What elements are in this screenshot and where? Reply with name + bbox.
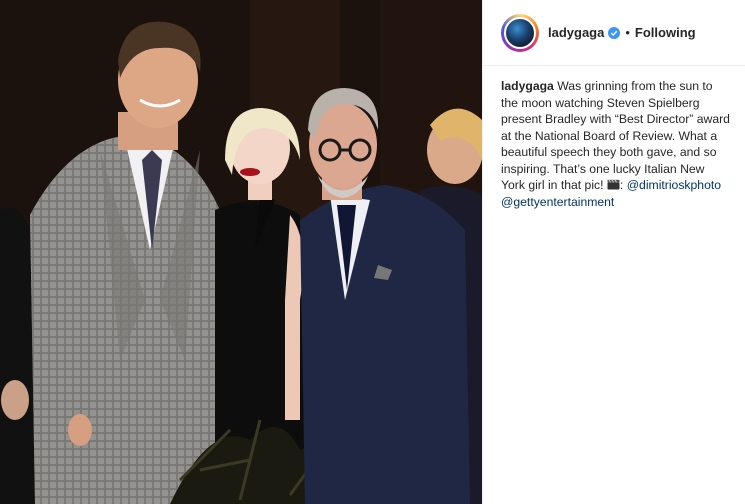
post-photo[interactable]: [0, 0, 482, 504]
avatar[interactable]: [501, 13, 539, 52]
credit-colon: :: [619, 178, 624, 192]
post-photo-illustration: [0, 0, 482, 504]
username-link[interactable]: ladygaga: [548, 25, 604, 40]
following-button[interactable]: Following: [635, 25, 696, 40]
post-sidebar: ladygaga • Following ladygaga Was grinni…: [482, 0, 745, 504]
mention-gettyentertainment-link[interactable]: @gettyentertainment: [501, 195, 614, 209]
separator-dot: •: [625, 25, 630, 40]
avatar-image: [504, 16, 536, 49]
caption-text: Was grinning from the sun to the moon wa…: [501, 79, 730, 192]
post-caption: ladygaga Was grinning from the sun to th…: [483, 66, 745, 210]
post-header: ladygaga • Following: [483, 0, 745, 66]
instagram-post: ladygaga • Following ladygaga Was grinni…: [0, 0, 745, 504]
mention-dimitrioskphoto-link[interactable]: @dimitrioskphoto: [627, 178, 721, 192]
caption-username-link[interactable]: ladygaga: [501, 79, 554, 93]
clapperboard-icon: [607, 179, 620, 190]
verified-badge-icon: [608, 26, 621, 39]
